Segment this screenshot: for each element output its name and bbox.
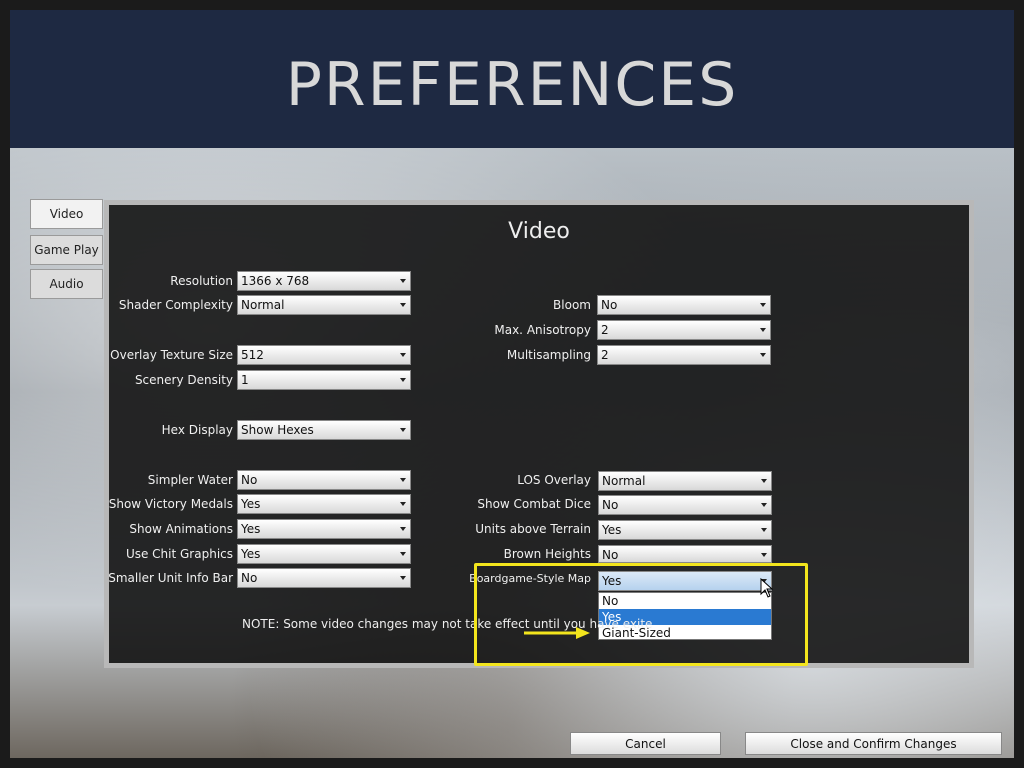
show-combat-dice-dropdown[interactable]: No — [598, 495, 772, 515]
use-chit-graphics-value: Yes — [241, 547, 261, 561]
tab-video[interactable]: Video — [30, 199, 103, 229]
chevron-down-icon — [760, 353, 766, 357]
multisampling-dropdown[interactable]: 2 — [597, 345, 771, 365]
label-use-chit-graphics: Use Chit Graphics — [125, 547, 233, 561]
label-show-victory-medals: Show Victory Medals — [108, 497, 233, 511]
label-multisampling: Multisampling — [506, 348, 591, 362]
chevron-down-icon — [400, 428, 406, 432]
header-bar: PREFERENCES — [10, 10, 1014, 148]
close-and-confirm-button[interactable]: Close and Confirm Changes — [745, 732, 1002, 755]
label-brown-heights: Brown Heights — [503, 547, 591, 561]
chevron-down-icon — [761, 503, 767, 507]
show-victory-medals-dropdown[interactable]: Yes — [237, 494, 411, 514]
chevron-down-icon — [400, 303, 406, 307]
show-combat-dice-value: No — [602, 498, 619, 512]
chevron-down-icon — [761, 553, 767, 557]
max-anisotropy-dropdown[interactable]: 2 — [597, 320, 771, 340]
label-show-animations: Show Animations — [129, 522, 233, 536]
chevron-down-icon — [400, 527, 406, 531]
label-units-above-terrain: Units above Terrain — [475, 522, 591, 536]
overlay-texture-size-value: 512 — [241, 348, 264, 362]
bloom-value: No — [601, 298, 618, 312]
chevron-down-icon — [760, 328, 766, 332]
los-overlay-dropdown[interactable]: Normal — [598, 471, 772, 491]
label-shader-complexity: Shader Complexity — [118, 298, 233, 312]
label-smaller-unit-info-bar: Smaller Unit Info Bar — [108, 571, 233, 585]
show-animations-dropdown[interactable]: Yes — [237, 519, 411, 539]
max-anisotropy-value: 2 — [601, 323, 609, 337]
label-hex-display: Hex Display — [161, 423, 233, 437]
scenery-density-value: 1 — [241, 373, 249, 387]
shader-complexity-value: Normal — [241, 298, 285, 312]
units-above-terrain-value: Yes — [602, 523, 622, 537]
bloom-dropdown[interactable]: No — [597, 295, 771, 315]
chevron-down-icon — [761, 528, 767, 532]
label-max-anisotropy: Max. Anisotropy — [494, 323, 591, 337]
label-los-overlay: LOS Overlay — [517, 473, 591, 487]
highlight-box — [474, 563, 808, 666]
chevron-down-icon — [400, 502, 406, 506]
smaller-unit-info-bar-value: No — [241, 571, 258, 585]
simpler-water-dropdown[interactable]: No — [237, 470, 411, 490]
label-show-combat-dice: Show Combat Dice — [477, 497, 591, 511]
units-above-terrain-dropdown[interactable]: Yes — [598, 520, 772, 540]
hex-display-value: Show Hexes — [241, 423, 314, 437]
panel-title: Video — [508, 219, 570, 244]
los-overlay-value: Normal — [602, 474, 646, 488]
label-scenery-density: Scenery Density — [134, 373, 233, 387]
multisampling-value: 2 — [601, 348, 609, 362]
brown-heights-value: No — [602, 548, 619, 562]
overlay-texture-size-dropdown[interactable]: 512 — [237, 345, 411, 365]
chevron-down-icon — [761, 479, 767, 483]
label-bloom: Bloom — [553, 298, 591, 312]
simpler-water-value: No — [241, 473, 258, 487]
show-animations-value: Yes — [241, 522, 261, 536]
tab-game-play[interactable]: Game Play — [30, 235, 103, 265]
page-title: PREFERENCES — [285, 50, 739, 120]
use-chit-graphics-dropdown[interactable]: Yes — [237, 544, 411, 564]
cancel-button[interactable]: Cancel — [570, 732, 721, 755]
label-simpler-water: Simpler Water — [147, 473, 233, 487]
yellow-arrow-icon — [524, 627, 590, 639]
chevron-down-icon — [400, 378, 406, 382]
label-overlay-texture-size: Overlay Texture Size — [110, 348, 233, 362]
brown-heights-dropdown[interactable]: No — [598, 545, 772, 563]
resolution-dropdown[interactable]: 1366 x 768 — [237, 271, 411, 291]
shader-complexity-dropdown[interactable]: Normal — [237, 295, 411, 315]
chevron-down-icon — [400, 552, 406, 556]
hex-display-dropdown[interactable]: Show Hexes — [237, 420, 411, 440]
label-resolution: Resolution — [170, 274, 233, 288]
show-victory-medals-value: Yes — [241, 497, 261, 511]
chevron-down-icon — [400, 478, 406, 482]
chevron-down-icon — [760, 303, 766, 307]
smaller-unit-info-bar-dropdown[interactable]: No — [237, 568, 411, 588]
chevron-down-icon — [400, 353, 406, 357]
mouse-cursor-icon — [760, 578, 774, 598]
resolution-value: 1366 x 768 — [241, 274, 310, 288]
scenery-density-dropdown[interactable]: 1 — [237, 370, 411, 390]
chevron-down-icon — [400, 576, 406, 580]
chevron-down-icon — [400, 279, 406, 283]
